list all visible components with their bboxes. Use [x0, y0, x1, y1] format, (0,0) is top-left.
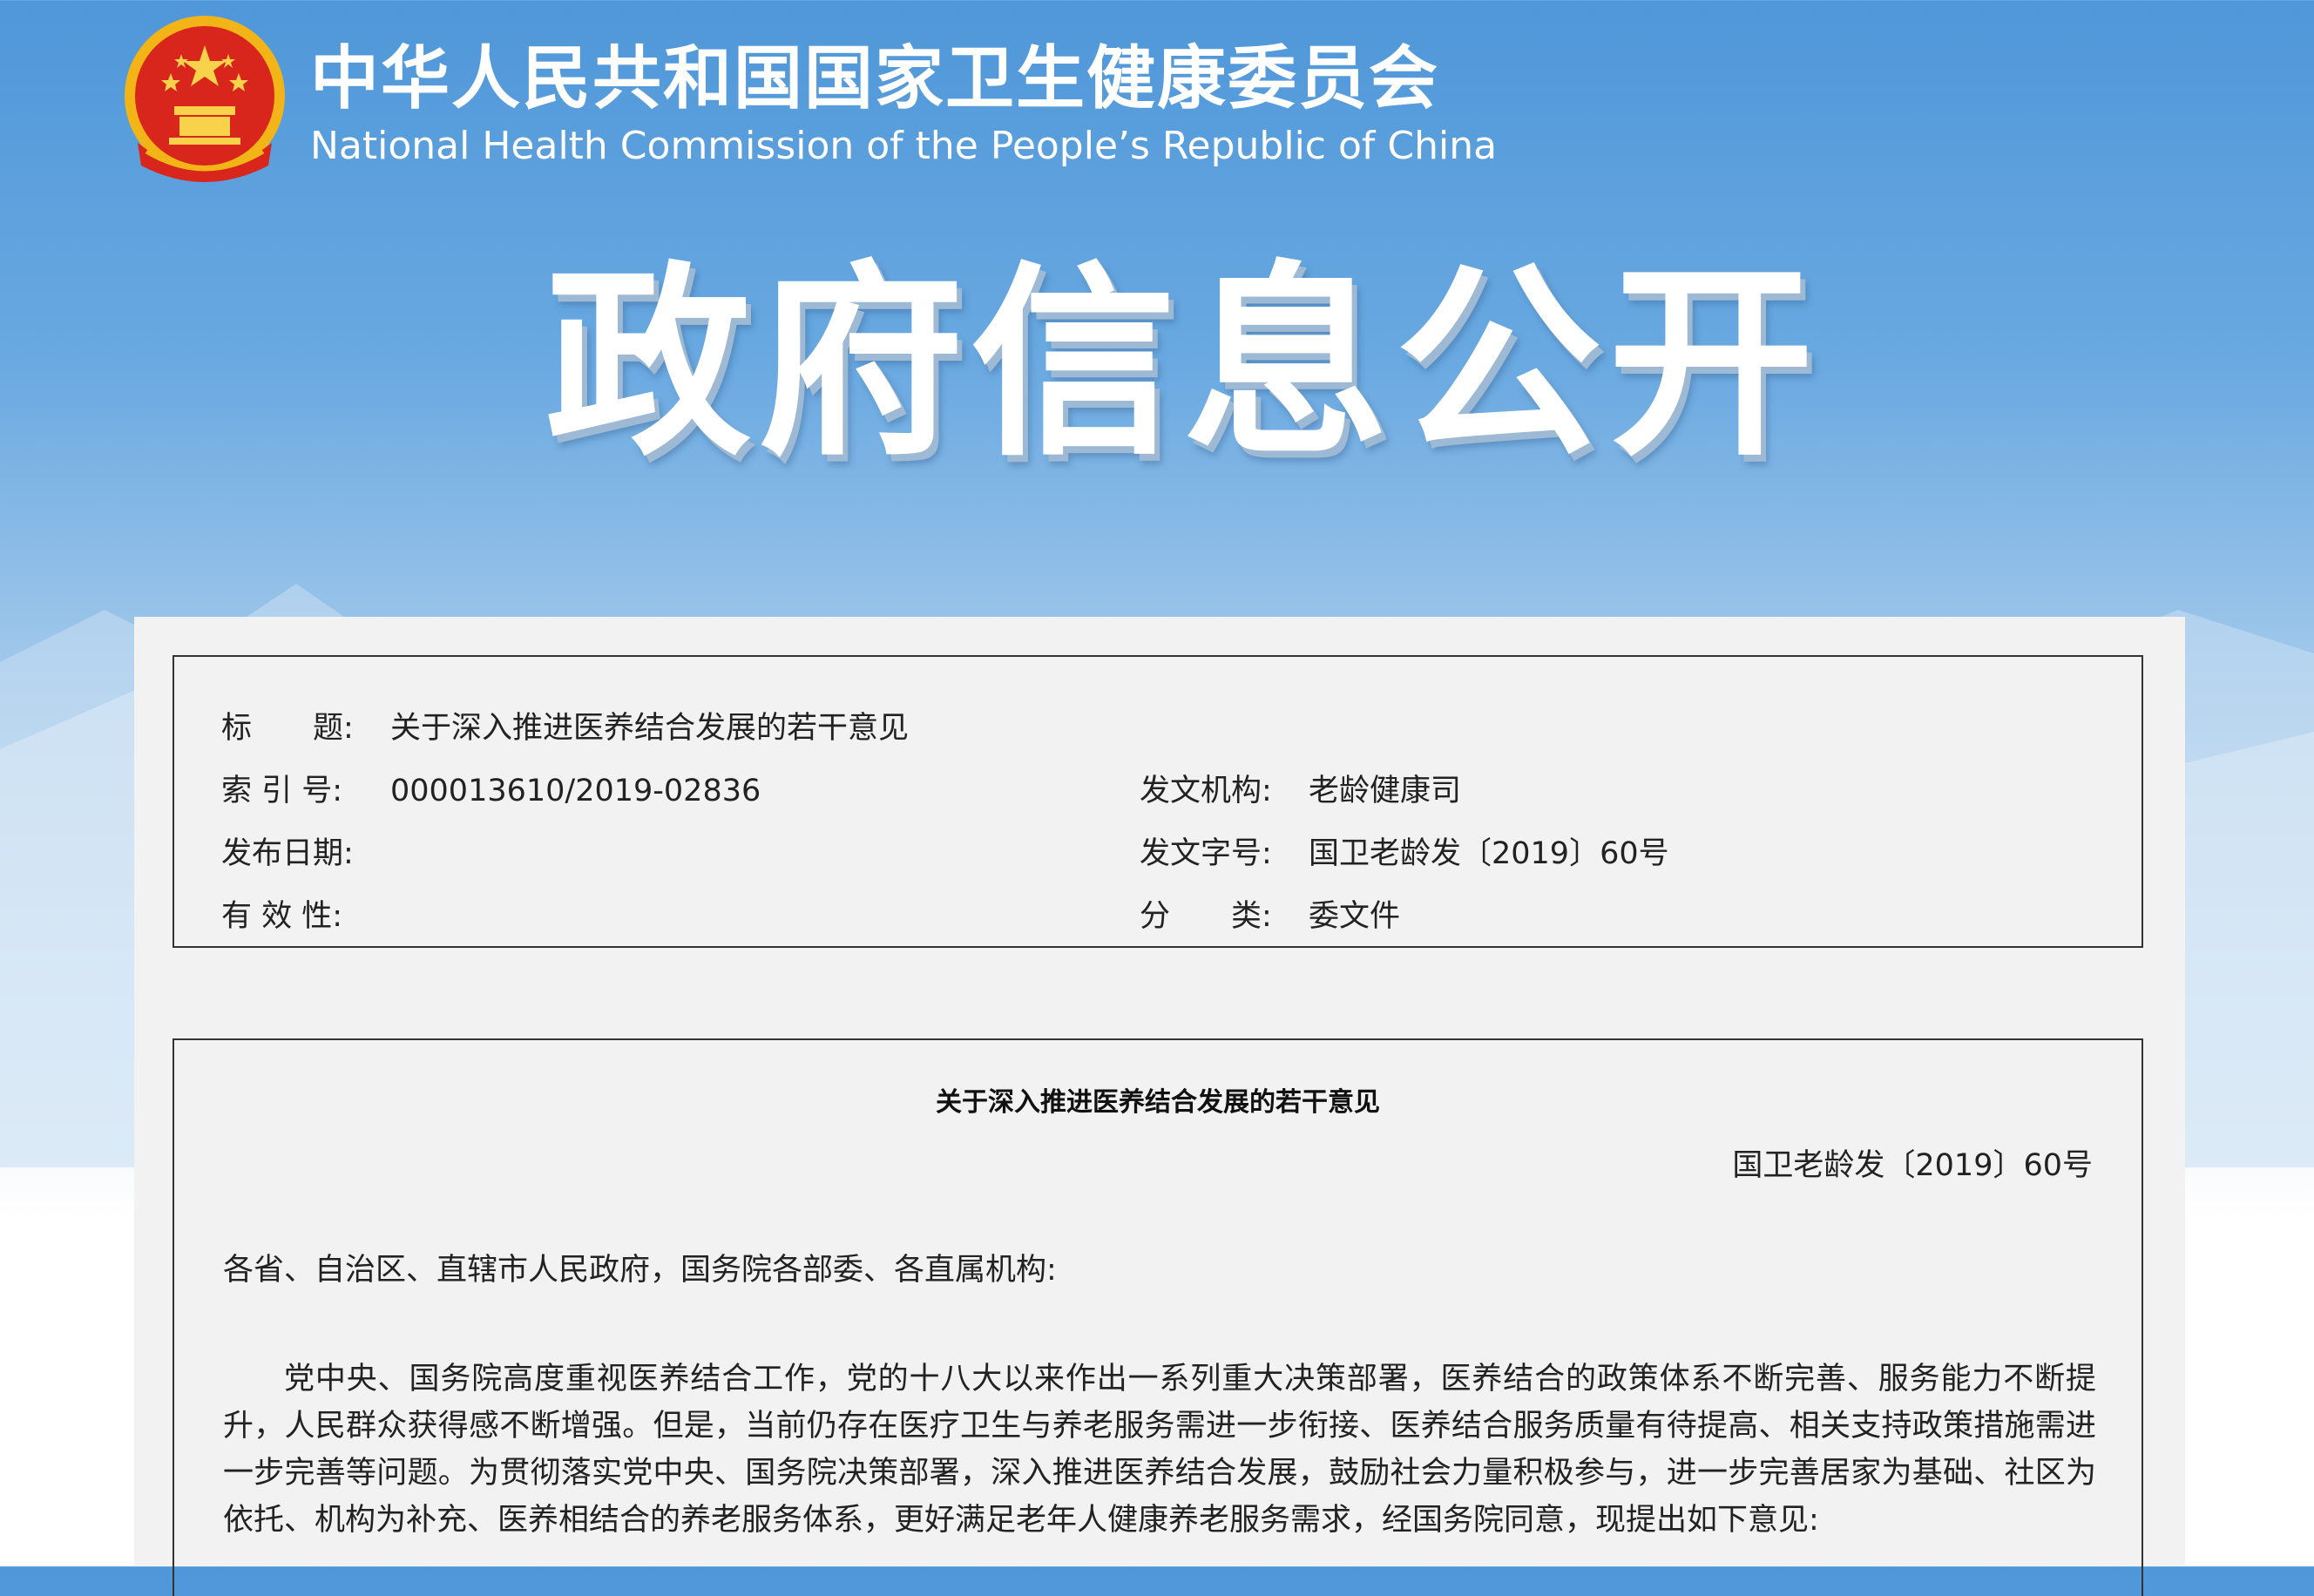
meta-label-date: 发布日期:	[221, 836, 354, 871]
meta-row-issuer: 发文机构: 老龄健康司	[1140, 770, 1461, 812]
meta-row-doc-no: 发文字号: 国卫老龄发〔2019〕60号	[1140, 833, 1669, 875]
meta-label-validity: 有 效 性:	[221, 899, 343, 934]
national-emblem-icon	[125, 16, 285, 182]
org-name-en: National Health Commission of the People…	[310, 124, 1498, 168]
meta-label-title: 标 题:	[221, 711, 354, 746]
meta-row-category: 分 类: 委文件	[1140, 896, 1400, 937]
meta-label-index: 索 引 号:	[221, 774, 343, 808]
document-number: 国卫老龄发〔2019〕60号	[1732, 1148, 2093, 1183]
meta-row-title: 标 题: 关于深入推进医养结合发展的若干意见	[221, 707, 909, 749]
document-title: 关于深入推进医养结合发展的若干意见	[936, 1087, 1380, 1118]
meta-row-index: 索 引 号: 000013610/2019-02836	[221, 770, 761, 812]
document-salutation: 各省、自治区、直辖市人民政府，国务院各部委、各直属机构:	[223, 1253, 1057, 1288]
meta-label-doc-no: 发文字号:	[1140, 836, 1272, 871]
meta-row-validity: 有 效 性:	[221, 896, 390, 937]
meta-value-category: 委文件	[1309, 899, 1401, 934]
meta-value-title: 关于深入推进医养结合发展的若干意见	[390, 711, 910, 746]
meta-value-index: 000013610/2019-02836	[390, 774, 761, 808]
meta-label-category: 分 类:	[1140, 899, 1272, 934]
meta-value-doc-no: 国卫老龄发〔2019〕60号	[1309, 836, 1669, 871]
meta-row-date: 发布日期:	[221, 833, 390, 875]
meta-label-issuer: 发文机构:	[1140, 774, 1272, 808]
document-metadata-box: 标 题: 关于深入推进医养结合发展的若干意见 索 引 号: 000013610/20…	[173, 655, 2143, 948]
content-panel: 标 题: 关于深入推进医养结合发展的若干意见 索 引 号: 000013610/20…	[134, 617, 2185, 1596]
banner-title: 政府信息公开	[545, 244, 1822, 484]
document-paragraph: 党中央、国务院高度重视医养结合工作，党的十八大以来作出一系列重大决策部署，医养结…	[223, 1362, 2096, 1538]
meta-value-issuer: 老龄健康司	[1309, 774, 1462, 808]
document-body-box: 关于深入推进医养结合发展的若干意见 国卫老龄发〔2019〕60号 各省、自治区、…	[173, 1038, 2143, 1596]
org-name-cn: 中华人民共和国国家卫生健康委员会	[310, 38, 1439, 118]
